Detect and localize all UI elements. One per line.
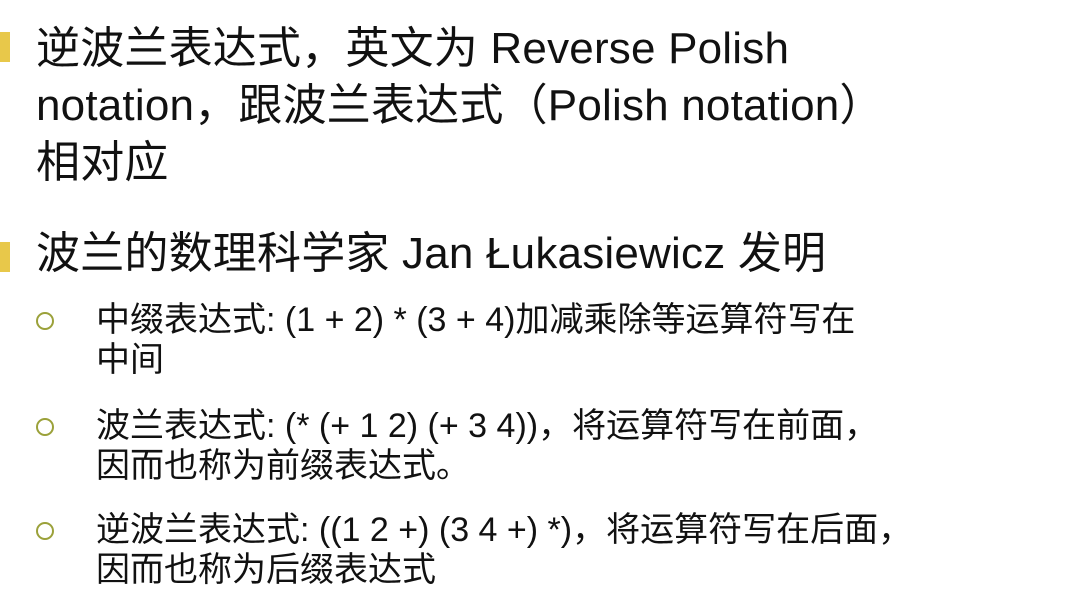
sub-bullet-marker-1: [36, 312, 54, 330]
sub-bullet-2-line-2: 因而也称为前缀表达式。: [96, 447, 470, 485]
bullet-1-line-3: 相对应: [36, 138, 169, 187]
bullet-2-line-1: 波兰的数理科学家 Jan Łukasiewicz 发明: [36, 229, 827, 278]
bullet-1-line-2: notation，跟波兰表达式（Polish notation）: [36, 81, 884, 130]
sub-bullet-text-2: 波兰表达式: (* (+ 1 2) (+ 3 4))，将运算符写在前面， 因而也…: [96, 406, 1081, 486]
sub-bullet-2-line-1: 波兰表达式: (* (+ 1 2) (+ 3 4))，将运算符写在前面，: [96, 407, 879, 445]
sub-bullet-3-line-1: 逆波兰表达式: ((1 2 +) (3 4 +) *)，将运算符写在后面，: [96, 511, 913, 549]
bullet-text-1: 逆波兰表达式，英文为 Reverse Polish notation，跟波兰表达…: [36, 20, 1076, 191]
slide: 逆波兰表达式，英文为 Reverse Polish notation，跟波兰表达…: [0, 0, 1090, 606]
bullet-marker-1: [0, 32, 10, 62]
bullet-1-line-1: 逆波兰表达式，英文为 Reverse Polish: [36, 24, 790, 73]
sub-bullet-1-line-1: 中缀表达式: (1 + 2) * (3 + 4)加减乘除等运算符写在: [96, 301, 856, 339]
sub-bullet-text-3: 逆波兰表达式: ((1 2 +) (3 4 +) *)，将运算符写在后面， 因而…: [96, 510, 1081, 590]
sub-bullet-marker-2: [36, 418, 54, 436]
sub-bullet-3-line-2: 因而也称为后缀表达式: [96, 551, 436, 589]
sub-bullet-1-line-2: 中间: [96, 341, 164, 379]
sub-bullet-text-1: 中缀表达式: (1 + 2) * (3 + 4)加减乘除等运算符写在 中间: [96, 300, 1081, 380]
bullet-text-2: 波兰的数理科学家 Jan Łukasiewicz 发明: [36, 225, 1076, 282]
sub-bullet-marker-3: [36, 522, 54, 540]
bullet-marker-2: [0, 242, 10, 272]
